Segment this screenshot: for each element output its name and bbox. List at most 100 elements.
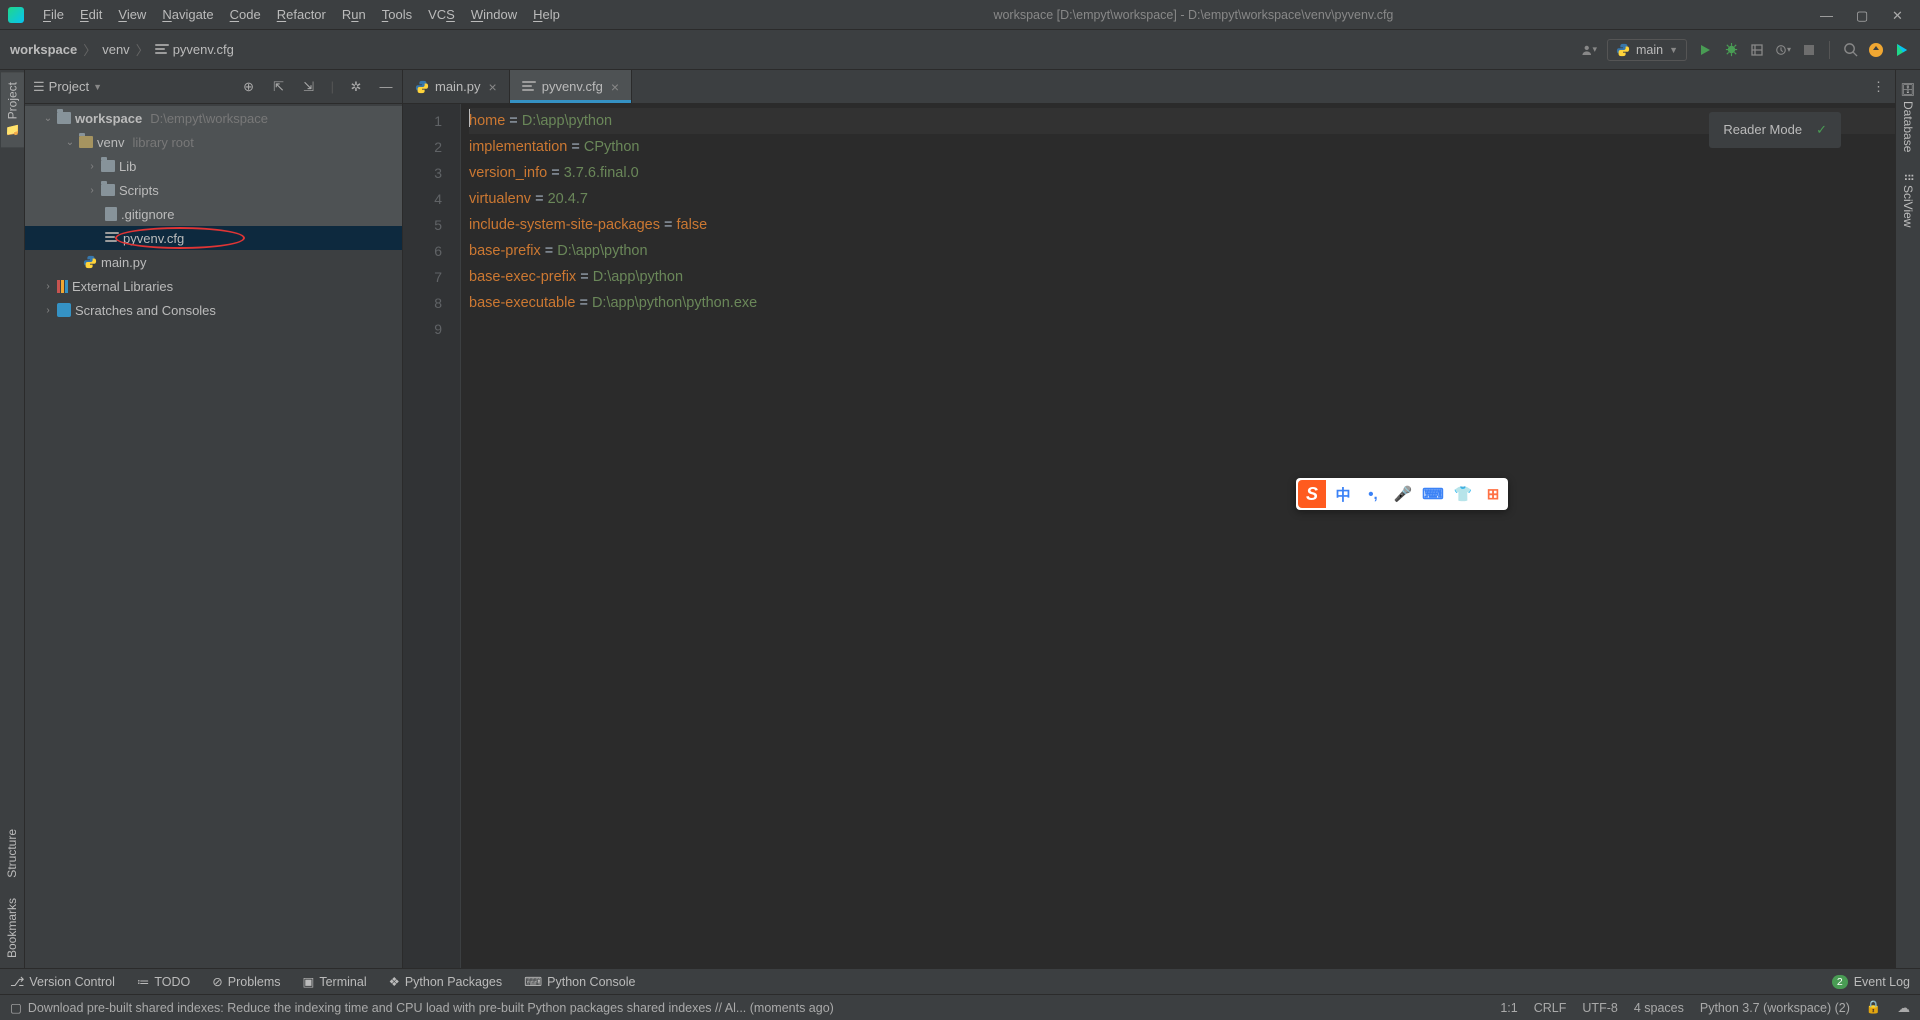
caret-position[interactable]: 1:1 bbox=[1500, 1001, 1517, 1015]
pane-title[interactable]: ☰ Project ▼ bbox=[33, 79, 102, 95]
readonly-icon[interactable]: 🔒 bbox=[1866, 1000, 1882, 1015]
profile-icon[interactable]: ▾ bbox=[1775, 42, 1791, 58]
encoding[interactable]: UTF-8 bbox=[1582, 1001, 1617, 1015]
main-content: 📁Project Structure Bookmarks ☰ Project ▼… bbox=[0, 70, 1920, 968]
locate-icon[interactable]: ⊕ bbox=[241, 79, 257, 95]
project-tool-tab[interactable]: 📁Project bbox=[1, 72, 24, 147]
status-msg-text: Download pre-built shared indexes: Reduc… bbox=[28, 1001, 834, 1015]
project-tree[interactable]: ⌄ workspace D:\empyt\workspace ⌄ venv li… bbox=[25, 104, 402, 968]
structure-tool-tab[interactable]: Structure bbox=[1, 819, 23, 888]
ime-grid-icon[interactable]: ⊞ bbox=[1480, 481, 1506, 507]
tree-ext-libs[interactable]: › External Libraries bbox=[25, 274, 402, 298]
close-tab-icon[interactable]: × bbox=[609, 79, 621, 95]
tree-root[interactable]: ⌄ workspace D:\empyt\workspace bbox=[25, 106, 402, 130]
indent[interactable]: 4 spaces bbox=[1634, 1001, 1684, 1015]
event-log-tab[interactable]: 2 Event Log bbox=[1832, 975, 1910, 989]
close-tab-icon[interactable]: × bbox=[487, 79, 499, 95]
todo-icon: ≔ bbox=[137, 974, 150, 989]
right-tool-strip: 🗄Database ⠿SciView bbox=[1895, 70, 1920, 968]
search-icon[interactable] bbox=[1842, 42, 1858, 58]
hide-icon[interactable]: ― bbox=[378, 79, 394, 95]
file-icon bbox=[105, 207, 117, 221]
window-title: workspace [D:\empyt\workspace] - D:\empy… bbox=[567, 8, 1820, 22]
user-icon[interactable]: ▾ bbox=[1581, 42, 1597, 58]
debug-icon[interactable] bbox=[1723, 42, 1739, 58]
python-icon bbox=[415, 80, 429, 94]
line-separator[interactable]: CRLF bbox=[1534, 1001, 1567, 1015]
menu-run[interactable]: Run bbox=[335, 4, 373, 25]
jetbrains-icon[interactable] bbox=[1894, 42, 1910, 58]
expand-icon[interactable]: ⇱ bbox=[271, 79, 287, 95]
menu-code[interactable]: Code bbox=[223, 4, 268, 25]
menu-refactor[interactable]: Refactor bbox=[270, 4, 333, 25]
menu-tools[interactable]: Tools bbox=[375, 4, 419, 25]
bookmarks-tool-tab[interactable]: Bookmarks bbox=[1, 888, 23, 968]
chevron-right-icon: › bbox=[87, 185, 97, 196]
tree-lib[interactable]: › Lib bbox=[25, 154, 402, 178]
menu-window[interactable]: Window bbox=[464, 4, 524, 25]
ime-voice-icon[interactable]: 🎤 bbox=[1390, 481, 1416, 507]
code-line: implementation = CPython bbox=[469, 134, 1895, 160]
tree-venv[interactable]: ⌄ venv library root bbox=[25, 130, 402, 154]
pane-title-label: Project bbox=[49, 79, 89, 94]
crumb-venv[interactable]: venv bbox=[102, 42, 129, 57]
menu-navigate[interactable]: Navigate bbox=[155, 4, 220, 25]
crumb-sep-icon: 〉 bbox=[83, 40, 96, 59]
gear-icon[interactable]: ✲ bbox=[348, 79, 364, 95]
minimize-icon[interactable]: ― bbox=[1820, 8, 1834, 22]
menu-vcs[interactable]: VCS bbox=[421, 4, 462, 25]
collapse-icon[interactable]: ⇲ bbox=[301, 79, 317, 95]
problems-tab[interactable]: ⊘Problems bbox=[212, 974, 280, 989]
tree-scratches[interactable]: › Scratches and Consoles bbox=[25, 298, 402, 322]
database-tool-tab[interactable]: 🗄Database bbox=[1897, 72, 1919, 163]
tree-item-label: .gitignore bbox=[121, 207, 174, 222]
window-controls: ― ▢ ✕ bbox=[1820, 8, 1906, 22]
ime-widget[interactable]: S 中 •, 🎤 ⌨ 👕 ⊞ bbox=[1296, 478, 1508, 510]
run-config-selector[interactable]: main ▼ bbox=[1607, 39, 1687, 61]
code-editor[interactable]: home = D:\app\python implementation = CP… bbox=[461, 104, 1895, 968]
terminal-tab[interactable]: ▣Terminal bbox=[303, 974, 367, 989]
tree-pyvenv[interactable]: pyvenv.cfg bbox=[25, 226, 402, 250]
tree-scripts[interactable]: › Scripts bbox=[25, 178, 402, 202]
ide-features-icon[interactable]: ☁ bbox=[1898, 1000, 1911, 1015]
ime-lang[interactable]: 中 bbox=[1330, 481, 1356, 507]
ime-punct-icon[interactable]: •, bbox=[1360, 481, 1386, 507]
menu-help[interactable]: Help bbox=[526, 4, 567, 25]
console-icon: ⌨ bbox=[524, 974, 542, 989]
crumb-root[interactable]: workspace bbox=[10, 42, 77, 57]
menu-file[interactable]: File bbox=[36, 4, 71, 25]
tab-main[interactable]: main.py × bbox=[403, 70, 510, 103]
close-icon[interactable]: ✕ bbox=[1892, 8, 1906, 22]
maximize-icon[interactable]: ▢ bbox=[1856, 8, 1870, 22]
run-icon[interactable] bbox=[1697, 42, 1713, 58]
event-log-label: Event Log bbox=[1854, 975, 1910, 989]
chevron-right-icon: › bbox=[43, 281, 53, 292]
packages-tab[interactable]: ❖Python Packages bbox=[389, 974, 503, 989]
python-icon bbox=[83, 255, 97, 269]
interpreter[interactable]: Python 3.7 (workspace) (2) bbox=[1700, 1001, 1850, 1015]
console-tab[interactable]: ⌨Python Console bbox=[524, 974, 635, 989]
tree-gitignore[interactable]: .gitignore bbox=[25, 202, 402, 226]
menu-edit[interactable]: Edit bbox=[73, 4, 109, 25]
tree-item-label: main.py bbox=[101, 255, 147, 270]
version-control-tab[interactable]: ⎇Version Control bbox=[10, 974, 115, 989]
menu-view[interactable]: View bbox=[111, 4, 153, 25]
todo-tab[interactable]: ≔TODO bbox=[137, 974, 190, 989]
status-message[interactable]: ▢ Download pre-built shared indexes: Red… bbox=[10, 1000, 1484, 1015]
divider: | bbox=[331, 79, 334, 95]
coverage-icon[interactable] bbox=[1749, 42, 1765, 58]
reader-mode-badge[interactable]: Reader Mode ✓ bbox=[1709, 112, 1841, 148]
tabs-more-icon[interactable]: ⋮ bbox=[1862, 70, 1895, 103]
tab-pyvenv[interactable]: pyvenv.cfg × bbox=[510, 70, 632, 103]
chevron-down-icon: ▼ bbox=[1669, 45, 1678, 55]
sciview-tool-tab[interactable]: ⠿SciView bbox=[1897, 163, 1919, 238]
ime-keyboard-icon[interactable]: ⌨ bbox=[1420, 481, 1446, 507]
menu-bar: File Edit View Navigate Code Refactor Ru… bbox=[36, 4, 567, 25]
stop-icon[interactable] bbox=[1801, 42, 1817, 58]
crumb-file[interactable]: pyvenv.cfg bbox=[155, 42, 234, 57]
tab-label: pyvenv.cfg bbox=[542, 79, 603, 94]
tree-main[interactable]: main.py bbox=[25, 250, 402, 274]
editor-viewport[interactable]: 123 456 789 home = D:\app\python impleme… bbox=[403, 104, 1895, 968]
sync-icon[interactable] bbox=[1868, 42, 1884, 58]
ime-skin-icon[interactable]: 👕 bbox=[1450, 481, 1476, 507]
